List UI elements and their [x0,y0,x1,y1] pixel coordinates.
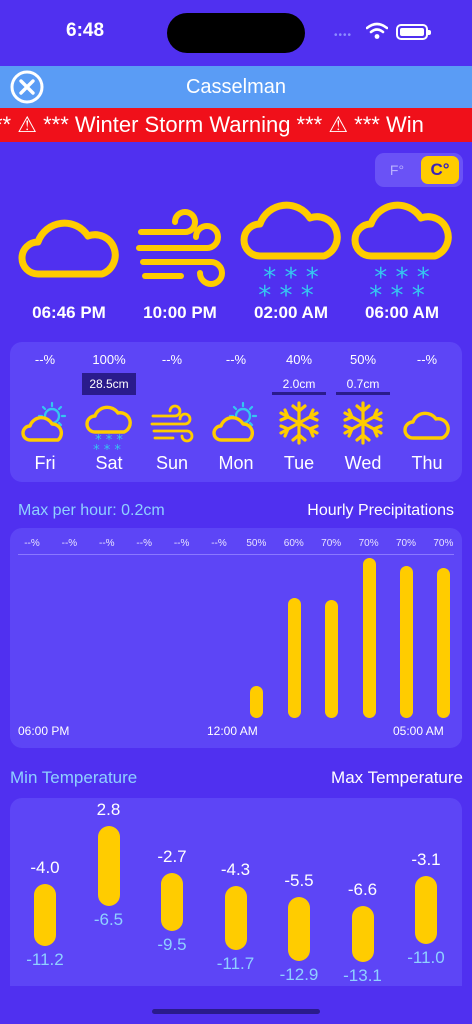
max-temp-label: -2.7 [157,847,187,866]
min-temp-label: -11.2 [26,950,64,969]
cloud-snow-icon: * * * * * * [240,201,341,300]
max-temp-label: -3.1 [411,850,441,869]
warning-banner[interactable]: ** ⚠ *** Winter Storm Warning *** ⚠ *** … [0,108,472,142]
precip-chart [10,528,462,748]
min-temp-title: Min Temperature [10,768,138,787]
precip-prob-label: --% [99,538,115,549]
precip-probability: --% [416,352,438,367]
snow-amount: 28.5cm [82,373,136,395]
precip-probability: --% [34,352,56,367]
precip-bar [287,598,301,718]
precip-prob-label: 70% [433,538,454,549]
min-temp-label: -12.9 [279,965,319,984]
precip-prob-label: --% [24,538,40,549]
dynamic-island [167,13,305,53]
precip-bar [362,558,376,718]
temp-range-bar [97,826,120,906]
day-name: Mon [218,453,254,473]
snow-amount: 2.0cm [272,373,326,395]
temp-range-bar [415,876,437,944]
cloud-icon [18,219,119,278]
precip-title: Hourly Precipitations [307,502,454,519]
precip-probability: --% [225,352,247,367]
hourly-time: 06:00 AM [364,303,439,322]
temp-range-bar [224,886,247,950]
min-temp-label: -11.0 [407,948,445,967]
wind-icon [150,404,194,443]
min-temp-label: -6.5 [93,910,124,929]
day-name: Fri [34,453,56,473]
day-name: Tue [283,453,315,473]
precip-prob-label: --% [173,538,190,549]
partly-cloudy-icon [21,401,67,442]
min-temp-label: -11.7 [216,954,255,973]
hourly-time: 02:00 AM [253,303,328,322]
precip-time-label: 05:00 AM [393,724,444,738]
home-indicator[interactable] [152,1009,320,1014]
svg-text:* * *: * * * [93,443,121,450]
precip-prob-label: 50% [246,538,267,549]
precip-probability: 50% [349,352,377,367]
warning-text: ** ⚠ *** Winter Storm Warning *** ⚠ *** … [0,112,424,137]
max-temp-label: -5.5 [284,871,314,890]
max-temp-label: -4.0 [30,858,60,877]
precip-prob-label: 70% [358,538,379,549]
precip-bar [250,686,264,718]
precip-prob-label: --% [211,538,227,549]
max-temp-title: Max Temperature [331,768,463,787]
cloud-snow-icon: * * * * * * [351,201,452,300]
precip-time-label: 12:00 AM [207,724,258,738]
max-temp-label: -4.3 [220,860,251,879]
celsius-option[interactable]: C° [421,156,459,184]
signal-icon: •••• [334,30,353,41]
divider [18,554,454,555]
max-temp-label: -6.6 [347,880,378,899]
precip-bar [400,566,413,718]
temp-range-bar [34,884,56,946]
precip-prob-label: 70% [321,538,342,549]
precip-max-label: Max per hour: 0.2cm [18,502,165,519]
precip-bar [437,568,451,718]
snowflake-icon [279,401,319,445]
min-temp-label: -9.5 [157,935,187,954]
wind-icon [136,209,225,287]
city-title: Casselman [185,76,287,98]
precip-probability: 100% [92,352,126,367]
temp-range-bar [161,873,183,931]
status-time: 6:48 [66,20,105,41]
temp-range-bar [288,897,310,961]
cloud-icon [403,411,450,440]
precip-prob-label: 70% [395,538,416,549]
fahrenheit-option[interactable]: F° [378,156,416,184]
wifi-icon [366,22,388,39]
day-name: Sat [95,453,123,473]
min-temp-label: -13.1 [343,966,382,985]
battery-icon [396,24,431,40]
close-icon[interactable] [10,70,44,104]
precip-probability: 40% [285,352,313,367]
precip-prob-label: --% [61,538,78,549]
max-temp-label: 2.8 [96,800,121,819]
hourly-time: 10:00 PM [143,303,217,322]
precip-time-label: 06:00 PM [18,724,70,738]
temp-range-bar [351,906,374,962]
snowflake-icon [343,401,383,445]
svg-text:* * *: * * * [369,281,425,300]
precip-probability: --% [161,352,183,367]
precip-bar [325,600,339,718]
hourly-time: 06:46 PM [32,303,106,322]
precip-prob-label: 60% [283,538,304,549]
snow-amount: 0.7cm [336,373,390,395]
day-name: Wed [344,453,382,473]
day-name: Sun [155,453,189,473]
precip-prob-label: --% [136,538,152,549]
partly-cloudy-icon [212,401,258,442]
cloud-snow-icon: * * * * * * [85,405,132,450]
svg-text:* * *: * * * [258,281,314,300]
day-name: Thu [411,453,443,473]
